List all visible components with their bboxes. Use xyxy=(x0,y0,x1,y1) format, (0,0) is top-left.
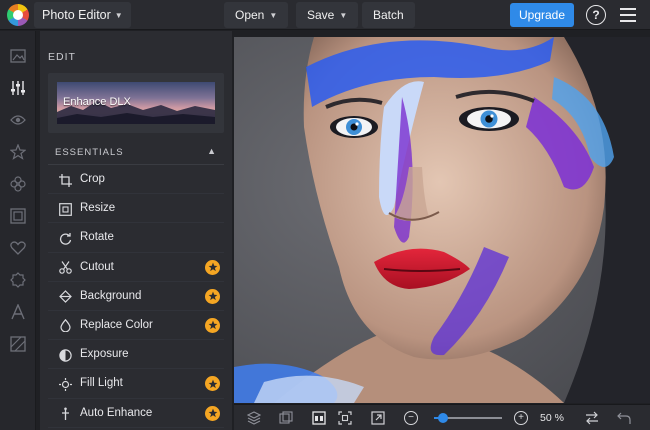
undo-icon[interactable] xyxy=(616,410,632,426)
text-icon[interactable] xyxy=(9,303,27,321)
sun-icon xyxy=(58,377,72,391)
app-menu-label: Photo Editor xyxy=(42,8,111,22)
photo-image xyxy=(234,37,650,403)
tool-category-rail xyxy=(0,31,36,430)
fit-screen-icon[interactable] xyxy=(311,410,327,426)
tool-label: Rotate xyxy=(80,231,114,244)
frame-icon[interactable] xyxy=(9,207,27,225)
exposure-icon xyxy=(58,348,72,362)
resize-icon xyxy=(58,202,72,216)
background-icon xyxy=(58,290,72,304)
scissors-icon xyxy=(58,261,72,275)
actual-size-icon[interactable] xyxy=(337,410,353,426)
chevron-up-icon: ▲ xyxy=(207,146,216,156)
droplet-icon xyxy=(58,319,72,333)
hamburger-menu-icon[interactable] xyxy=(620,8,636,22)
tool-label: Replace Color xyxy=(80,319,153,332)
tool-list: Crop Resize Rotate Cutout Background Rep… xyxy=(48,165,224,430)
tool-rotate[interactable]: Rotate xyxy=(48,223,224,253)
star-icon[interactable] xyxy=(9,143,27,161)
premium-star-icon xyxy=(205,317,220,333)
premium-star-icon xyxy=(205,288,220,304)
chevron-down-icon: ▼ xyxy=(114,10,123,20)
zoom-slider-handle[interactable] xyxy=(437,413,448,423)
layers-icon[interactable] xyxy=(246,410,262,426)
photo-canvas[interactable] xyxy=(234,37,650,403)
image-icon[interactable] xyxy=(9,47,27,65)
sliders-icon[interactable] xyxy=(9,79,27,97)
tool-label: Background xyxy=(80,289,142,302)
eye-icon[interactable] xyxy=(9,111,27,129)
tool-label: Auto Enhance xyxy=(80,406,153,419)
tool-resize[interactable]: Resize xyxy=(48,194,224,224)
tool-label: Resize xyxy=(80,202,116,215)
tool-label: Fill Light xyxy=(80,377,123,390)
open-button[interactable]: Open ▼ xyxy=(224,2,289,28)
premium-star-icon xyxy=(205,259,220,275)
tool-label: Cutout xyxy=(80,260,114,273)
enhance-dlx-label: Enhance DLX xyxy=(63,96,131,108)
enhance-thumbnail: Enhance DLX xyxy=(57,82,215,124)
panel-title: EDIT xyxy=(48,51,76,63)
tool-crop[interactable]: Crop xyxy=(48,165,224,195)
tool-exposure[interactable]: Exposure xyxy=(48,340,224,370)
zoom-in-button[interactable]: + xyxy=(514,411,528,425)
essentials-section-header[interactable]: ESSENTIALS ▲ xyxy=(48,141,224,165)
tool-fill-light[interactable]: Fill Light xyxy=(48,369,224,399)
flower-icon[interactable] xyxy=(9,175,27,193)
help-icon[interactable]: ? xyxy=(586,5,606,25)
tool-cutout[interactable]: Cutout xyxy=(48,253,224,282)
zoom-value: 50 % xyxy=(540,412,564,424)
heart-icon[interactable] xyxy=(9,239,27,257)
zoom-out-button[interactable]: − xyxy=(404,411,418,425)
edit-panel: EDIT Enhance DLX ESSENTIALS ▲ Crop Resiz… xyxy=(40,31,269,430)
compare-icon[interactable] xyxy=(278,410,294,426)
open-label: Open xyxy=(235,8,265,22)
tool-replace-color[interactable]: Replace Color xyxy=(48,311,224,341)
flip-icon[interactable] xyxy=(584,410,600,426)
badge-icon[interactable] xyxy=(9,271,27,289)
section-title: ESSENTIALS xyxy=(55,147,124,158)
tool-auto-enhance[interactable]: Auto Enhance xyxy=(48,399,224,428)
tool-background[interactable]: Background xyxy=(48,282,224,311)
enhance-dlx-card[interactable]: Enhance DLX xyxy=(48,73,224,133)
bottom-toolbar: − + 50 % xyxy=(234,404,650,430)
crop-icon xyxy=(58,173,72,187)
premium-star-icon xyxy=(205,405,220,421)
batch-button[interactable]: Batch xyxy=(362,2,415,28)
app-menu-button[interactable]: Photo Editor ▼ xyxy=(34,2,131,28)
upgrade-button[interactable]: Upgrade xyxy=(510,3,574,27)
chevron-down-icon: ▼ xyxy=(339,10,348,20)
texture-icon[interactable] xyxy=(9,335,27,353)
tool-label: Crop xyxy=(80,173,105,186)
wand-icon xyxy=(58,407,72,421)
batch-label: Batch xyxy=(373,8,404,22)
rotate-icon xyxy=(58,231,72,245)
premium-star-icon xyxy=(205,376,220,392)
save-label: Save xyxy=(307,8,335,22)
tool-label: Exposure xyxy=(80,348,129,361)
expand-icon[interactable] xyxy=(370,410,386,426)
save-button[interactable]: Save ▼ xyxy=(296,2,359,28)
chevron-down-icon: ▼ xyxy=(269,10,278,20)
app-logo-icon[interactable] xyxy=(7,4,29,26)
top-bar: Photo Editor ▼ Open ▼ Save ▼ Batch Upgra… xyxy=(0,0,650,30)
